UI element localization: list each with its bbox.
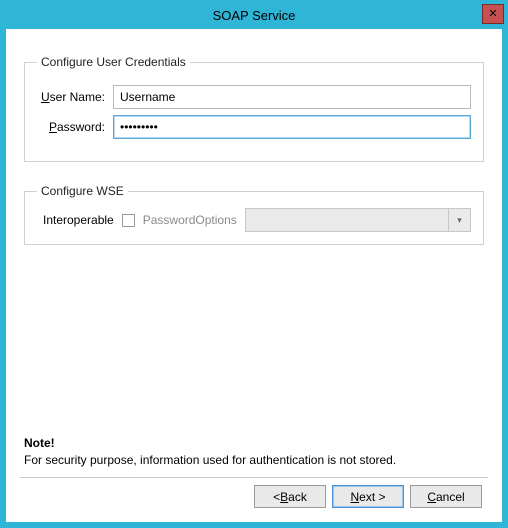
separator [20, 477, 488, 479]
password-field[interactable] [113, 115, 471, 139]
cancel-rest: ancel [436, 490, 465, 504]
interoperable-checkbox[interactable] [122, 214, 135, 227]
titlebar: SOAP Service ✕ [1, 1, 507, 29]
close-icon: ✕ [488, 9, 497, 20]
username-row: User Name: [37, 85, 471, 109]
window-title: SOAP Service [1, 8, 507, 23]
next-rest: ext > [359, 490, 385, 504]
button-bar: < Back Next > Cancel [20, 485, 488, 516]
password-options-combo: ▾ [245, 208, 471, 232]
chevron-down-icon: ▾ [457, 215, 462, 226]
back-prefix: < [273, 490, 280, 504]
wse-group: Configure WSE Interoperable PasswordOpti… [24, 184, 484, 245]
back-u: B [280, 490, 288, 504]
password-options-label: PasswordOptions [143, 213, 237, 227]
password-options-dropdown-button: ▾ [449, 208, 471, 232]
wse-legend: Configure WSE [37, 184, 128, 198]
back-rest: ack [288, 490, 307, 504]
wse-row: Interoperable PasswordOptions ▾ [37, 208, 471, 232]
close-button[interactable]: ✕ [482, 4, 504, 24]
next-button[interactable]: Next > [332, 485, 404, 508]
back-button[interactable]: < Back [254, 485, 326, 508]
note-heading: Note! [24, 435, 484, 452]
spacer [20, 249, 488, 435]
note-text: For security purpose, information used f… [24, 452, 484, 469]
credentials-group: Configure User Credentials User Name: Pa… [24, 55, 484, 162]
cancel-button[interactable]: Cancel [410, 485, 482, 508]
interoperable-label: Interoperable [37, 213, 114, 227]
username-label: User Name: [37, 90, 113, 104]
next-u: N [350, 490, 359, 504]
window-frame: Configure User Credentials User Name: Pa… [1, 29, 507, 527]
password-label: Password: [37, 120, 113, 134]
username-field[interactable] [113, 85, 471, 109]
note-block: Note! For security purpose, information … [24, 435, 484, 469]
password-options-field [245, 208, 449, 232]
content-area: Configure User Credentials User Name: Pa… [6, 29, 502, 522]
credentials-legend: Configure User Credentials [37, 55, 190, 69]
dialog-window: SOAP Service ✕ Configure User Credential… [0, 0, 508, 528]
password-row: Password: [37, 115, 471, 139]
cancel-u: C [427, 490, 436, 504]
